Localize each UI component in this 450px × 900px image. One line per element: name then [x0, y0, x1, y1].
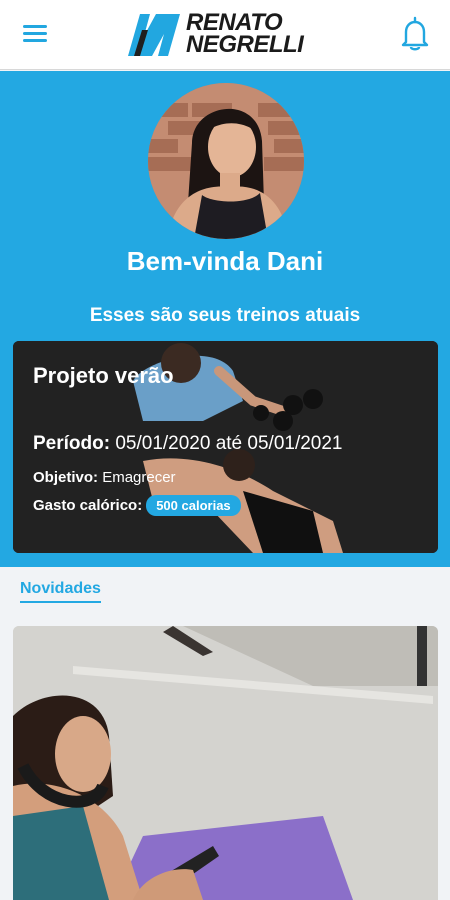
- period-label: Período:: [33, 433, 111, 454]
- news-card-photo: [13, 626, 438, 900]
- app-logo: RENATO NEGRELLI: [126, 10, 326, 60]
- news-card[interactable]: [13, 626, 438, 900]
- tab-novidades[interactable]: Novidades: [20, 580, 101, 603]
- current-workouts-subtitle: Esses são seus treinos atuais: [89, 305, 361, 326]
- period-value: 05/01/2020 até 05/01/2021: [115, 433, 343, 454]
- workout-goal: Objetivo: Emagrecer: [33, 469, 176, 486]
- workout-card[interactable]: Projeto verão Período: 05/01/2020 até 05…: [13, 341, 438, 553]
- logo-line-2: NEGRELLI: [186, 31, 304, 58]
- workout-title: Projeto verão: [33, 363, 174, 388]
- goal-label: Objetivo:: [33, 469, 99, 486]
- calories-badge: 500 calorias: [146, 495, 241, 516]
- workout-period: Período: 05/01/2020 até 05/01/2021: [33, 433, 343, 455]
- top-app-bar: RENATO NEGRELLI: [0, 0, 450, 70]
- goal-value: Emagrecer: [102, 469, 176, 486]
- avatar[interactable]: [148, 83, 304, 239]
- calories-label: Gasto calórico:: [33, 497, 143, 514]
- welcome-heading: Bem-vinda Dani: [126, 246, 324, 276]
- logo-mark-icon: [128, 14, 180, 56]
- hero-section: Bem-vinda Dani Esses são seus treinos at…: [0, 71, 450, 567]
- bell-icon[interactable]: [400, 16, 430, 52]
- hamburger-menu-icon[interactable]: [23, 25, 47, 43]
- avatar-photo: [148, 83, 304, 239]
- workout-calories: Gasto calórico: 500 calorias: [33, 495, 241, 516]
